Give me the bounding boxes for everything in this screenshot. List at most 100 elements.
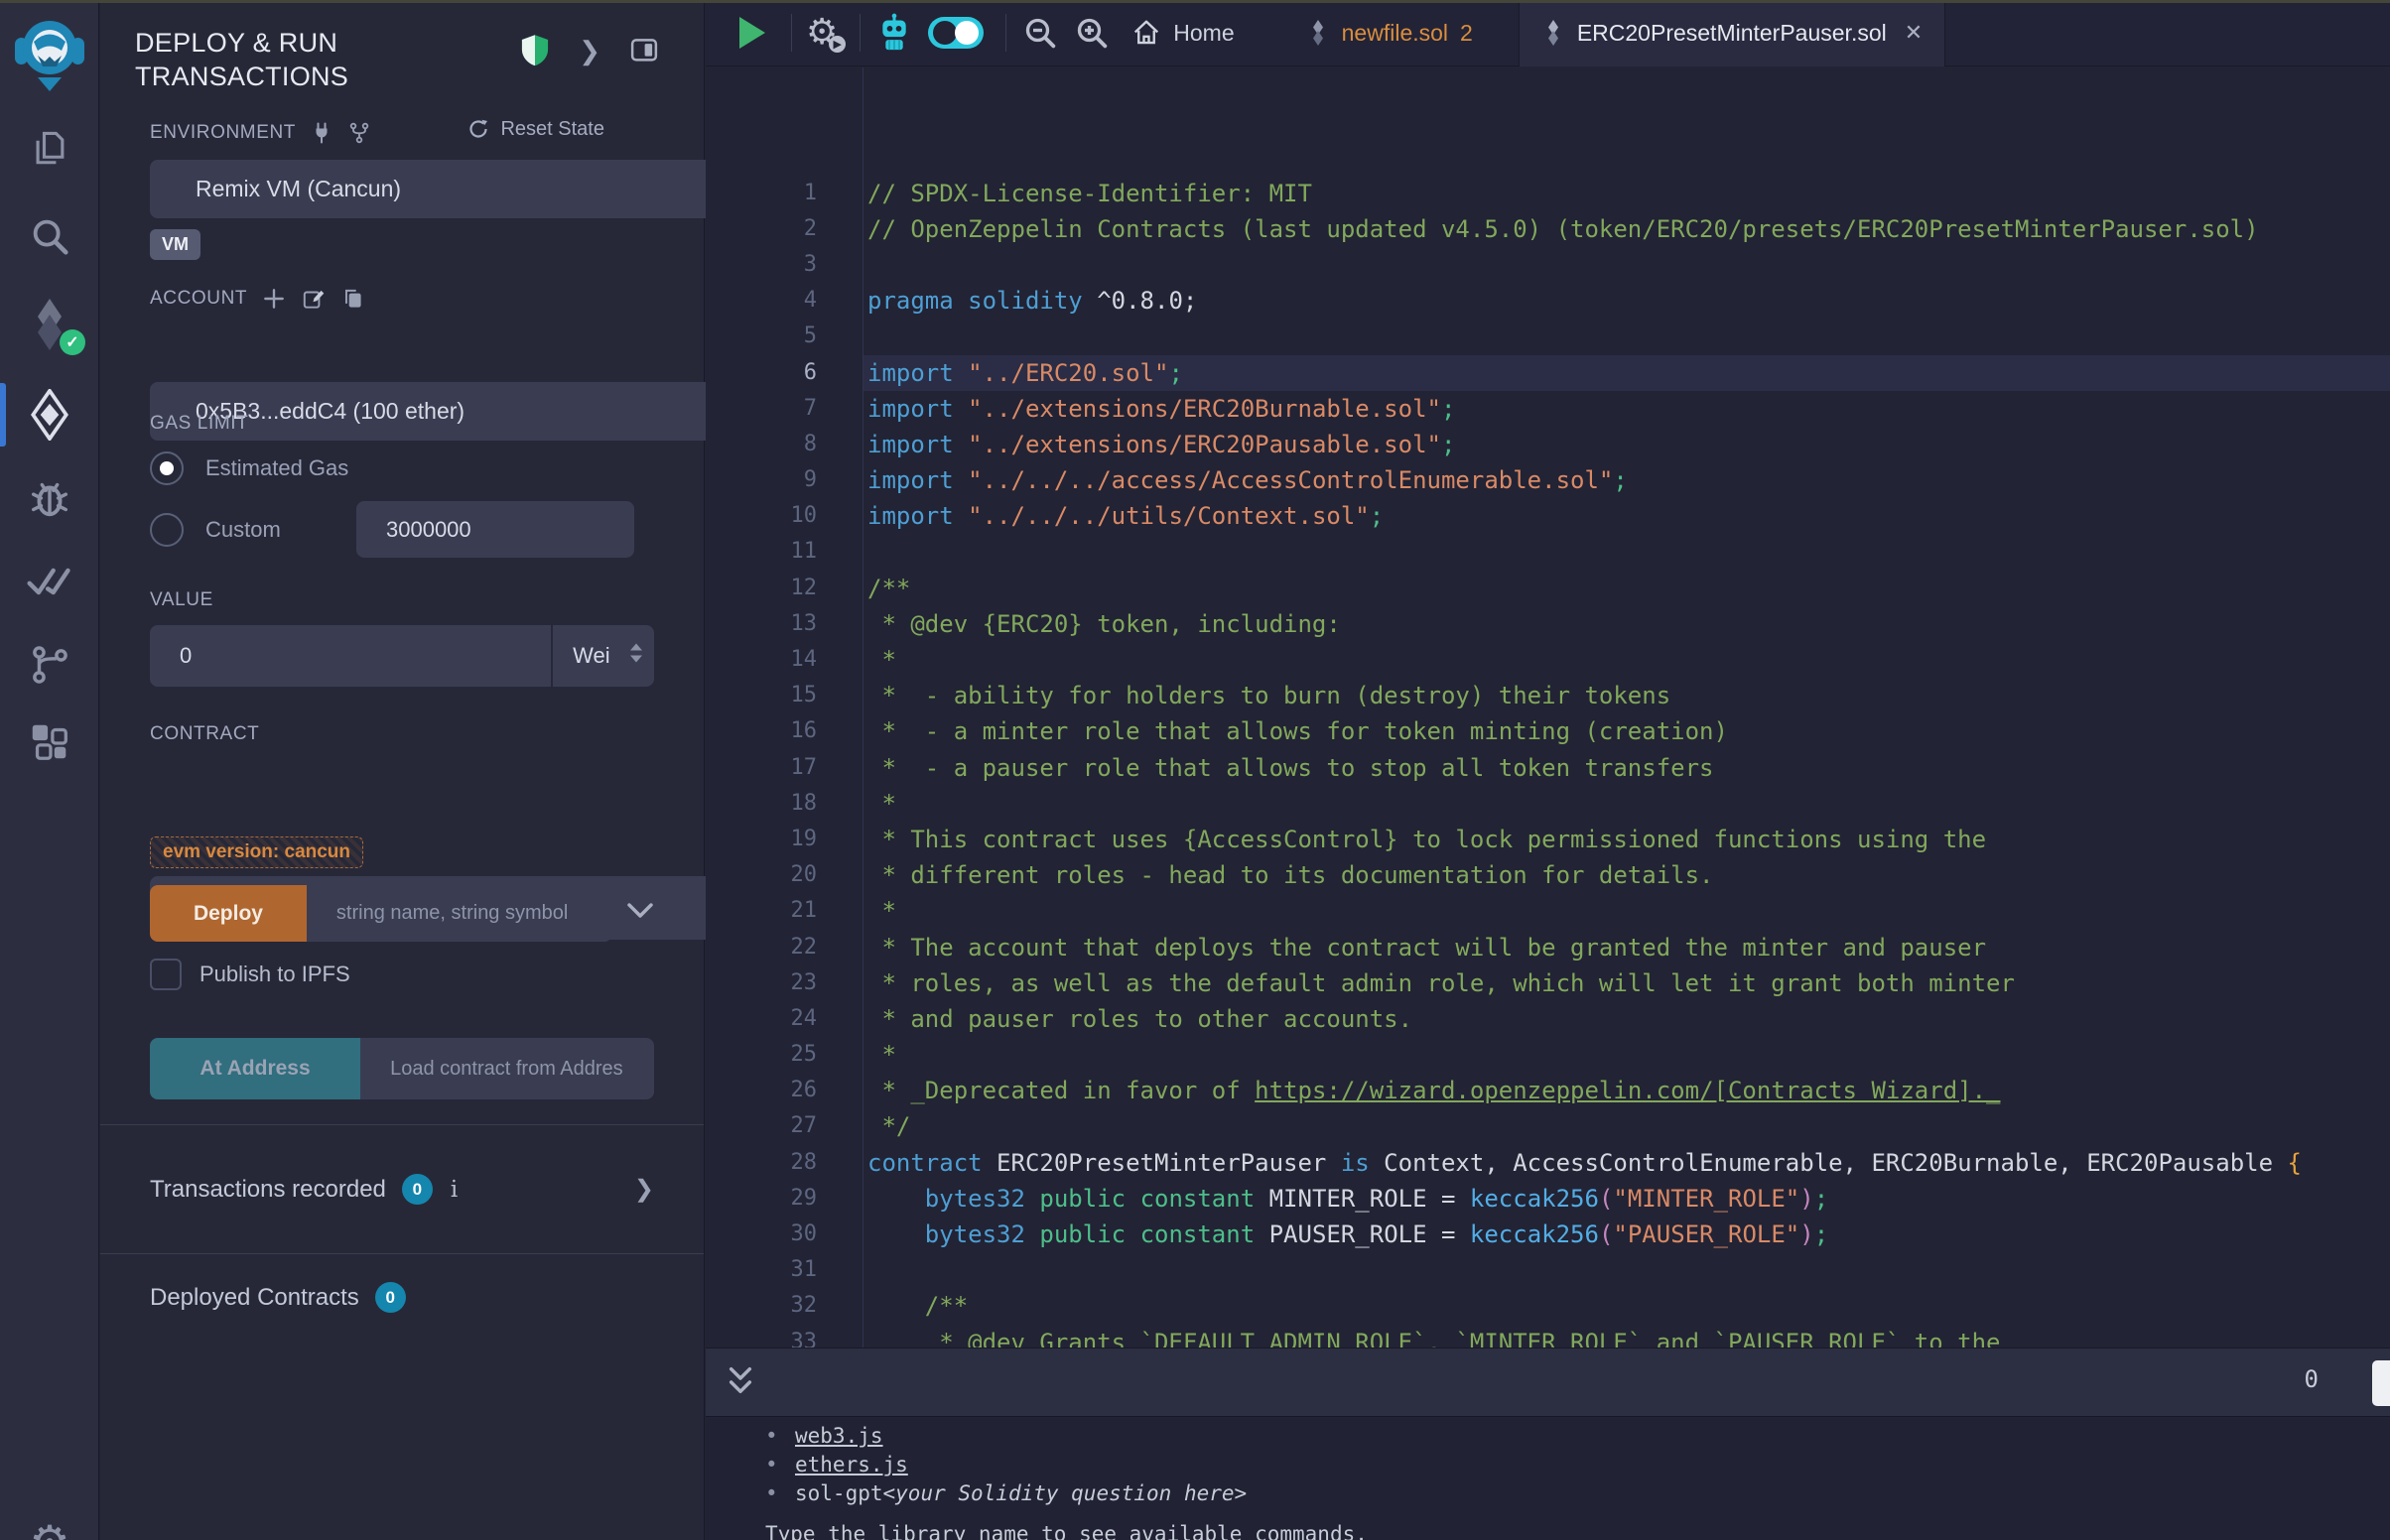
- add-account-icon[interactable]: [261, 286, 287, 312]
- code-line[interactable]: 23 * roles, as well as the default admin…: [706, 965, 2390, 1001]
- estimated-gas-radio[interactable]: [150, 451, 184, 485]
- code-line[interactable]: 26 * _Deprecated in favor of https://wiz…: [706, 1073, 2390, 1108]
- code-line[interactable]: 20 * different roles - head to its docum…: [706, 857, 2390, 893]
- code-line[interactable]: 12/**: [706, 571, 2390, 606]
- file-explorer-icon[interactable]: [0, 119, 99, 179]
- code-line[interactable]: 25 *: [706, 1037, 2390, 1073]
- code-line[interactable]: 30 bytes32 public constant PAUSER_ROLE =…: [706, 1217, 2390, 1252]
- code-line-content: import "../ERC20.sol";: [863, 355, 2390, 391]
- settings-gear-icon[interactable]: ⚙: [0, 1512, 99, 1540]
- code-line[interactable]: 17 * - a pauser role that allows to stop…: [706, 750, 2390, 786]
- remix-logo-icon[interactable]: [0, 12, 99, 95]
- terminal-library-link[interactable]: ethers.js: [795, 1451, 908, 1479]
- code-line[interactable]: 1// SPDX-License-Identifier: MIT: [706, 176, 2390, 211]
- line-number: 14: [706, 642, 863, 678]
- code-line[interactable]: 5: [706, 319, 2390, 354]
- section-divider: [100, 1124, 704, 1125]
- plug-icon[interactable]: [310, 121, 333, 145]
- code-line[interactable]: 22 * The account that deploys the contra…: [706, 930, 2390, 965]
- estimated-gas-option[interactable]: Estimated Gas: [150, 451, 654, 485]
- copilot-toggle[interactable]: [928, 17, 984, 49]
- code-line[interactable]: 9import "../../../access/AccessControlEn…: [706, 462, 2390, 498]
- custom-gas-option[interactable]: Custom: [150, 501, 654, 558]
- code-line[interactable]: 33 * @dev Grants `DEFAULT_ADMIN_ROLE`, `…: [706, 1325, 2390, 1348]
- custom-gas-text: Custom: [205, 517, 334, 543]
- collapse-terminal-icon[interactable]: [724, 1362, 757, 1407]
- value-unit-select[interactable]: Wei: [553, 625, 654, 687]
- solidity-compiler-icon[interactable]: ✓: [0, 290, 99, 359]
- deploy-args-input[interactable]: [307, 885, 612, 942]
- fork-icon[interactable]: [347, 121, 371, 145]
- code-line-content: */: [863, 1108, 2390, 1144]
- source-control-icon[interactable]: [0, 635, 99, 695]
- code-line[interactable]: 10import "../../../utils/Context.sol";: [706, 498, 2390, 534]
- debugger-icon[interactable]: [0, 468, 99, 528]
- ai-copilot-robot-icon[interactable]: [874, 13, 914, 53]
- terminal-output[interactable]: •web3.js•ethers.js•sol-gpt <your Solidit…: [706, 1418, 2390, 1540]
- transactions-recorded-section[interactable]: Transactions recorded 0 i ❯: [150, 1174, 654, 1205]
- search-icon[interactable]: [0, 206, 99, 266]
- custom-gas-input[interactable]: [356, 501, 634, 558]
- at-address-button[interactable]: At Address: [150, 1038, 360, 1099]
- code-line[interactable]: 19 * This contract uses {AccessControl} …: [706, 822, 2390, 857]
- code-line[interactable]: 7import "../extensions/ERC20Burnable.sol…: [706, 391, 2390, 427]
- publish-ipfs-option[interactable]: Publish to IPFS: [150, 959, 654, 990]
- line-number: 2: [706, 211, 863, 247]
- code-line[interactable]: 3: [706, 247, 2390, 283]
- line-number: 20: [706, 857, 863, 893]
- code-editor[interactable]: 1// SPDX-License-Identifier: MIT2// Open…: [706, 67, 2390, 1348]
- zoom-out-icon[interactable]: [1020, 13, 1060, 53]
- publish-ipfs-checkbox[interactable]: [150, 959, 182, 990]
- code-line[interactable]: 31: [706, 1252, 2390, 1288]
- code-line[interactable]: 29 bytes32 public constant MINTER_ROLE =…: [706, 1181, 2390, 1217]
- code-line[interactable]: 18 *: [706, 786, 2390, 822]
- edit-account-icon[interactable]: [301, 286, 327, 312]
- terminal-search-box-edge[interactable]: [2372, 1360, 2390, 1406]
- expand-transactions-icon[interactable]: ❯: [634, 1175, 654, 1204]
- plugin-manager-icon[interactable]: [0, 712, 99, 772]
- unit-testing-icon[interactable]: [0, 552, 99, 611]
- deploy-and-run-icon[interactable]: [0, 383, 99, 447]
- layout-columns-icon[interactable]: [628, 36, 660, 65]
- reset-state-button[interactable]: Reset State: [466, 117, 604, 141]
- compile-success-badge: ✓: [60, 329, 85, 355]
- copy-account-icon[interactable]: [340, 286, 366, 312]
- custom-gas-radio[interactable]: [150, 513, 184, 547]
- code-line[interactable]: 14 *: [706, 642, 2390, 678]
- stepper-icon: [626, 641, 646, 665]
- zoom-in-icon[interactable]: [1072, 13, 1112, 53]
- code-line[interactable]: 6import "../ERC20.sol";: [706, 355, 2390, 391]
- tab-erc20presetminterpauser[interactable]: ERC20PresetMinterPauser.sol ✕: [1519, 0, 1945, 66]
- code-line[interactable]: 21 *: [706, 893, 2390, 929]
- code-line-content: * roles, as well as the default admin ro…: [863, 965, 2390, 1001]
- code-line[interactable]: 13 * @dev {ERC20} token, including:: [706, 606, 2390, 642]
- at-address-input[interactable]: [360, 1038, 654, 1099]
- code-line[interactable]: 8import "../extensions/ERC20Pausable.sol…: [706, 427, 2390, 462]
- code-line[interactable]: 15 * - ability for holders to burn (dest…: [706, 678, 2390, 713]
- close-tab-icon[interactable]: ✕: [1905, 20, 1923, 46]
- code-line[interactable]: 16 * - a minter role that allows for tok…: [706, 713, 2390, 749]
- code-line[interactable]: 4pragma solidity ^0.8.0;: [706, 283, 2390, 319]
- code-line[interactable]: 24 * and pauser roles to other accounts.: [706, 1001, 2390, 1037]
- tab-newfile[interactable]: newfile.sol 2: [1284, 0, 1495, 66]
- code-line[interactable]: 32 /**: [706, 1288, 2390, 1324]
- expand-deploy-icon[interactable]: [626, 901, 654, 926]
- script-config-gear-icon[interactable]: ⚙▶: [806, 15, 838, 51]
- code-line[interactable]: 27 */: [706, 1108, 2390, 1144]
- terminal-library-link[interactable]: web3.js: [795, 1422, 883, 1451]
- code-line[interactable]: 28contract ERC20PresetMinterPauser is Co…: [706, 1145, 2390, 1181]
- code-line[interactable]: 2// OpenZeppelin Contracts (last updated…: [706, 211, 2390, 247]
- tab-home[interactable]: Home: [1131, 18, 1234, 48]
- editor-toolbar: ⚙▶ Home newfile.sol 2: [706, 0, 2390, 66]
- run-script-icon[interactable]: [706, 17, 765, 49]
- collapse-panel-icon[interactable]: ❯: [579, 38, 600, 64]
- code-line-content: bytes32 public constant PAUSER_ROLE = ke…: [863, 1217, 2390, 1252]
- panel-title: DEPLOY & RUN TRANSACTIONS: [135, 26, 463, 93]
- deploy-button[interactable]: Deploy: [150, 885, 307, 942]
- code-line-content: * The account that deploys the contract …: [863, 930, 2390, 965]
- value-input[interactable]: [150, 625, 551, 687]
- terminal-bar[interactable]: 0: [706, 1348, 2390, 1417]
- code-line[interactable]: 11: [706, 534, 2390, 570]
- environment-select[interactable]: Remix VM (Cancun): [150, 160, 753, 218]
- info-icon[interactable]: i: [451, 1177, 458, 1203]
